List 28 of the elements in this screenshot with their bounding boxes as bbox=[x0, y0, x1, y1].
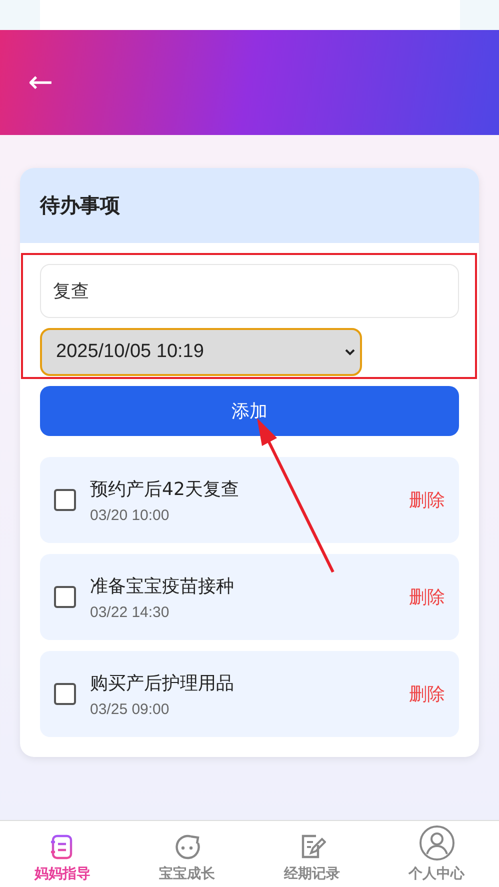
delete-link[interactable]: 删除 bbox=[409, 488, 445, 512]
checkbox[interactable] bbox=[54, 683, 76, 705]
face-icon bbox=[173, 833, 202, 861]
nav-label: 宝宝成长 bbox=[159, 865, 216, 883]
delete-link[interactable]: 删除 bbox=[409, 585, 445, 609]
user-icon bbox=[418, 825, 455, 861]
checkbox[interactable] bbox=[54, 586, 76, 608]
todo-time: 03/22 14:30 bbox=[90, 604, 170, 620]
add-button[interactable]: 添加 bbox=[40, 386, 459, 436]
todo-time: 03/25 09:00 bbox=[90, 700, 170, 718]
todo-title: 购买产后护理用品 bbox=[90, 672, 235, 694]
delete-link[interactable]: 删除 bbox=[409, 682, 445, 706]
nav-tab[interactable]: 宝宝成长 bbox=[124, 821, 250, 887]
nav-tab[interactable]: 经期记录 bbox=[250, 821, 374, 887]
nav-label: 个人中心 bbox=[408, 865, 465, 883]
input-field[interactable]: 复查 bbox=[40, 264, 459, 318]
nav-label: 妈妈指导 bbox=[34, 865, 90, 883]
nav-label: 经期记录 bbox=[284, 865, 340, 883]
datetime-select[interactable]: 2025/10/05 10:19 bbox=[40, 328, 362, 376]
checkbox[interactable] bbox=[54, 489, 76, 511]
nav-tab[interactable]: 妈妈指导 bbox=[0, 821, 125, 887]
todo-title: 准备宝宝疫苗接种 bbox=[90, 574, 235, 598]
chevron-down-icon bbox=[344, 348, 356, 356]
card-title: 待办事项 bbox=[40, 192, 120, 219]
todo-title: 预约产后42天复查 bbox=[90, 478, 240, 500]
back-button[interactable]: ← bbox=[28, 65, 54, 100]
nav-tab[interactable]: 个人中心 bbox=[374, 821, 499, 887]
todo-time: 03/20 10:00 bbox=[90, 506, 170, 524]
